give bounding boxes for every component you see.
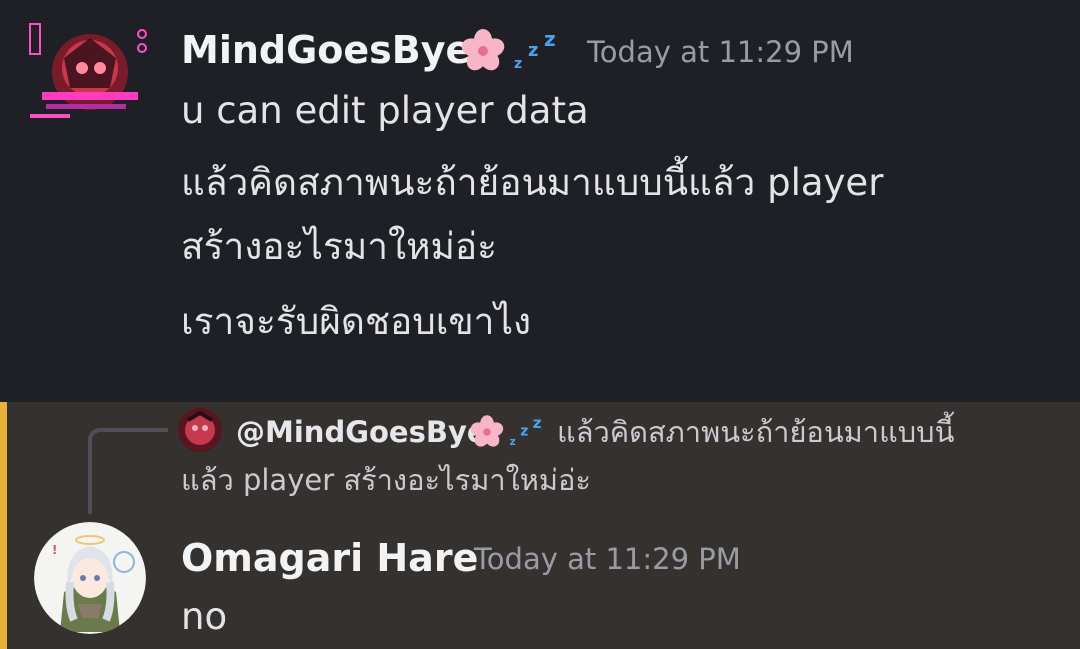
message-line: no — [181, 595, 228, 638]
cherry-blossom-icon — [458, 28, 508, 78]
zzz-icon: z z z — [512, 27, 564, 76]
svg-text:z: z — [520, 424, 528, 440]
avatar-omagari-hare[interactable]: ! — [34, 522, 146, 634]
username-mindgoesbye[interactable]: MindGoesBye — [181, 31, 471, 69]
timestamp: Today at 11:29 PM — [474, 542, 741, 576]
message-mindgoesbye[interactable]: MindGoesBye z z z Today at 11:29 PM u ca… — [0, 0, 1080, 402]
reply-mention[interactable]: @MindGoesBye — [236, 418, 487, 447]
reply-avatar-mindgoesbye[interactable] — [178, 408, 222, 452]
svg-text:z: z — [533, 414, 542, 432]
message-line: เราจะรับผิดชอบเขาไง — [181, 300, 532, 343]
svg-text:z: z — [544, 28, 556, 51]
message-line: สร้างอะไรมาใหม่อ่ะ — [181, 225, 497, 268]
reply-connector — [88, 428, 168, 514]
cherry-blossom-icon — [468, 413, 506, 455]
avatar-mindgoesbye[interactable] — [24, 18, 152, 130]
message-line: แล้วคิดสภาพนะถ้าย้อนมาแบบนี้แล้ว player — [181, 161, 884, 204]
reply-preview-text[interactable]: แล้วคิดสภาพนะถ้าย้อนมาแบบนี้ — [557, 418, 954, 447]
mention-highlight-bar — [0, 402, 7, 649]
reply-preview-text[interactable]: แล้ว player สร้างอะไรมาใหม่อ่ะ — [181, 466, 591, 495]
svg-text:!: ! — [52, 543, 57, 557]
message-line: u can edit player data — [181, 89, 589, 132]
svg-text:z: z — [528, 40, 538, 61]
svg-text:z: z — [510, 435, 516, 448]
zzz-icon: z z z — [508, 414, 548, 452]
svg-text:z: z — [514, 56, 522, 72]
chat-window: MindGoesBye z z z Today at 11:29 PM u ca… — [0, 0, 1080, 649]
username-omagari-hare[interactable]: Omagari Hare — [181, 539, 478, 577]
timestamp: Today at 11:29 PM — [587, 35, 854, 69]
